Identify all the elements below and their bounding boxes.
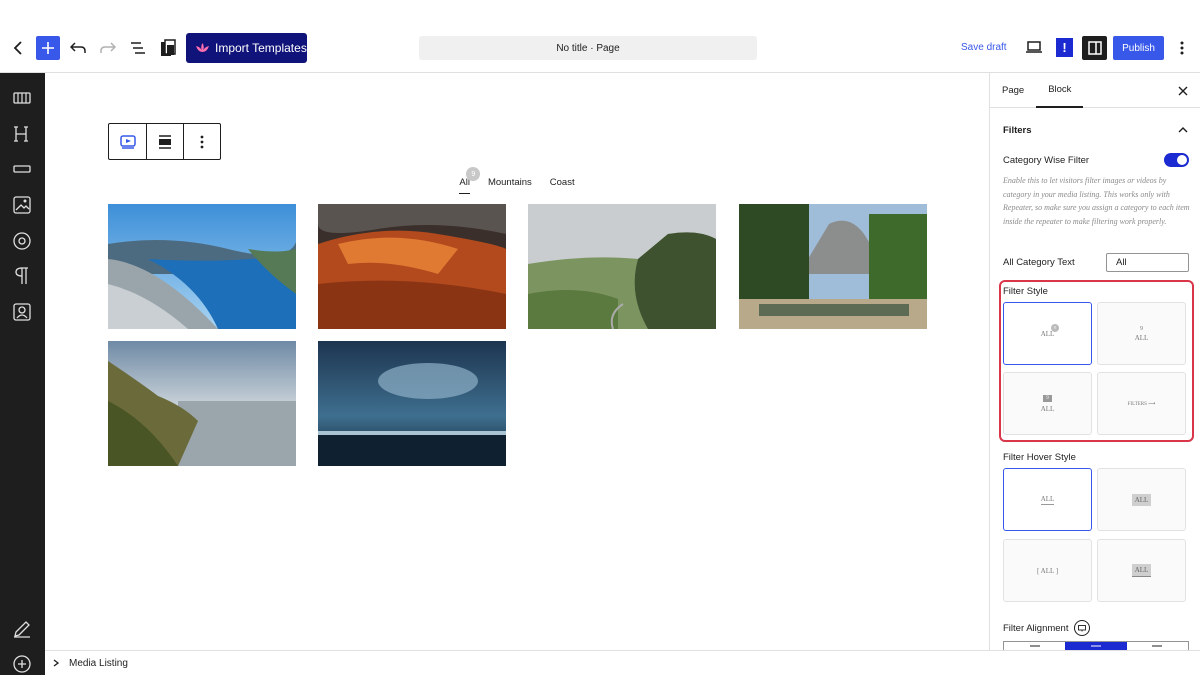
gallery-image-stormy-sea[interactable]: [318, 341, 506, 466]
clipboard-icon[interactable]: [154, 34, 182, 62]
document-overview-icon[interactable]: [124, 34, 152, 62]
all-category-row: All Category Text All: [1003, 253, 1189, 272]
option-text: ALL: [1040, 494, 1055, 505]
block-breadcrumb: Media Listing: [45, 650, 1200, 675]
align-right-icon[interactable]: [1127, 642, 1188, 650]
filter-coast[interactable]: Coast: [550, 177, 575, 194]
category-filter-toggle[interactable]: [1164, 153, 1189, 167]
filter-style-option-3[interactable]: 9 ALL: [1003, 372, 1092, 435]
option-badge: 9: [1043, 394, 1052, 402]
alignment-label: Filter Alignment: [1003, 622, 1069, 634]
save-draft-button[interactable]: Save draft: [961, 42, 1007, 53]
tab-block[interactable]: Block: [1036, 73, 1084, 108]
redo-icon[interactable]: [94, 34, 122, 62]
back-icon[interactable]: [4, 34, 32, 62]
responsive-device-icon[interactable]: [1074, 620, 1091, 636]
chevron-up-icon: [1178, 127, 1188, 133]
contact-icon[interactable]: [11, 301, 33, 323]
block-options-icon[interactable]: [184, 124, 220, 159]
align-left-icon[interactable]: [1004, 642, 1065, 650]
publish-button[interactable]: Publish: [1113, 36, 1164, 60]
sidebar-toggle-icon: [1087, 41, 1102, 55]
alignment-buttons: [1003, 641, 1189, 650]
chevron-right-icon: [53, 659, 59, 667]
all-category-input[interactable]: All: [1106, 253, 1189, 272]
editor-canvas: All 9 Mountains Coast: [45, 73, 989, 650]
hover-style-label: Filter Hover Style: [1003, 452, 1076, 463]
settings-sidebar-button[interactable]: [1082, 36, 1107, 60]
target-icon[interactable]: [11, 230, 33, 252]
filter-count-badge: 9: [466, 167, 481, 181]
settings-sidebar: Page Block Filters Category Wise Filter …: [989, 73, 1200, 650]
hover-style-option-3[interactable]: [ ALL ]: [1003, 539, 1092, 602]
option-text: ALL: [1131, 493, 1152, 506]
category-filter-row: Category Wise Filter: [1003, 153, 1189, 167]
gallery-image-red-canyon[interactable]: [318, 204, 506, 329]
align-center-icon[interactable]: [1065, 642, 1127, 650]
hover-style-option-4[interactable]: ALL: [1097, 539, 1186, 602]
filter-label: Coast: [549, 177, 575, 188]
filter-label: Mountains: [487, 177, 532, 188]
plus-icon: [42, 42, 54, 54]
add-block-button[interactable]: [36, 36, 60, 60]
all-category-label: All Category Text: [1003, 257, 1075, 268]
add-circle-icon[interactable]: [11, 653, 33, 675]
gallery-image-coastal-sunset[interactable]: [108, 341, 296, 466]
option-text: [ ALL ]: [1036, 566, 1059, 575]
panel-title: Filters: [1003, 124, 1032, 136]
lotus-icon: [196, 43, 209, 52]
image-icon[interactable]: [11, 194, 33, 216]
gallery-image-yosemite-valley[interactable]: [739, 204, 927, 329]
paragraph-icon[interactable]: [11, 265, 33, 287]
option-text: FILTERS ⟶: [1127, 401, 1156, 407]
heading-icon[interactable]: [11, 123, 33, 145]
option-text: ALL: [1131, 564, 1152, 577]
close-icon[interactable]: [1178, 83, 1188, 99]
filter-mountains[interactable]: Mountains: [488, 177, 532, 194]
breadcrumb-item[interactable]: Media Listing: [69, 658, 128, 669]
filters-panel-header[interactable]: Filters: [990, 117, 1200, 143]
filter-style-option-1[interactable]: ALL 9: [1003, 302, 1092, 365]
gallery-image-green-valley-road[interactable]: [528, 204, 716, 329]
media-listing-block-icon[interactable]: [109, 124, 147, 159]
filter-all[interactable]: All 9: [459, 167, 481, 194]
divider-icon[interactable]: [11, 158, 33, 180]
edit-icon[interactable]: [11, 618, 33, 640]
alert-button[interactable]: !: [1056, 38, 1073, 57]
editor-header: Import Templates No title · Page Save dr…: [0, 0, 1200, 73]
undo-icon[interactable]: [64, 34, 92, 62]
align-icon[interactable]: [147, 124, 184, 159]
filter-style-option-4[interactable]: FILTERS ⟶: [1097, 372, 1186, 435]
slides-icon[interactable]: [11, 87, 33, 109]
more-options-icon[interactable]: [1172, 36, 1192, 60]
category-filter-label: Category Wise Filter: [1003, 154, 1090, 166]
sidebar-tabs: Page Block: [990, 73, 1200, 108]
tab-page[interactable]: Page: [990, 73, 1036, 108]
option-badge: 9: [1050, 323, 1059, 332]
alignment-row: Filter Alignment: [1003, 620, 1091, 636]
option-text: ALL: [1040, 404, 1055, 413]
import-templates-label: Import Templates: [215, 41, 307, 55]
filter-style-label: Filter Style: [1003, 286, 1048, 297]
document-title[interactable]: No title · Page: [419, 36, 757, 60]
block-inserter-sidebar: [0, 73, 45, 675]
block-toolbar: [108, 123, 221, 160]
filter-style-option-2[interactable]: 9 ALL: [1097, 302, 1186, 365]
option-text: ALL: [1134, 333, 1149, 342]
category-filter-help: Enable this to let visitors filter image…: [1003, 176, 1190, 226]
hover-style-option-2[interactable]: ALL: [1097, 468, 1186, 531]
gallery-image-fjord-cliff[interactable]: [108, 204, 296, 329]
import-templates-button[interactable]: Import Templates: [186, 33, 307, 63]
desktop-preview-icon[interactable]: [1026, 40, 1042, 53]
option-top-count: 9: [1140, 325, 1143, 332]
hover-style-option-1[interactable]: ALL: [1003, 468, 1092, 531]
category-filter-bar: All 9 Mountains Coast: [45, 167, 989, 194]
